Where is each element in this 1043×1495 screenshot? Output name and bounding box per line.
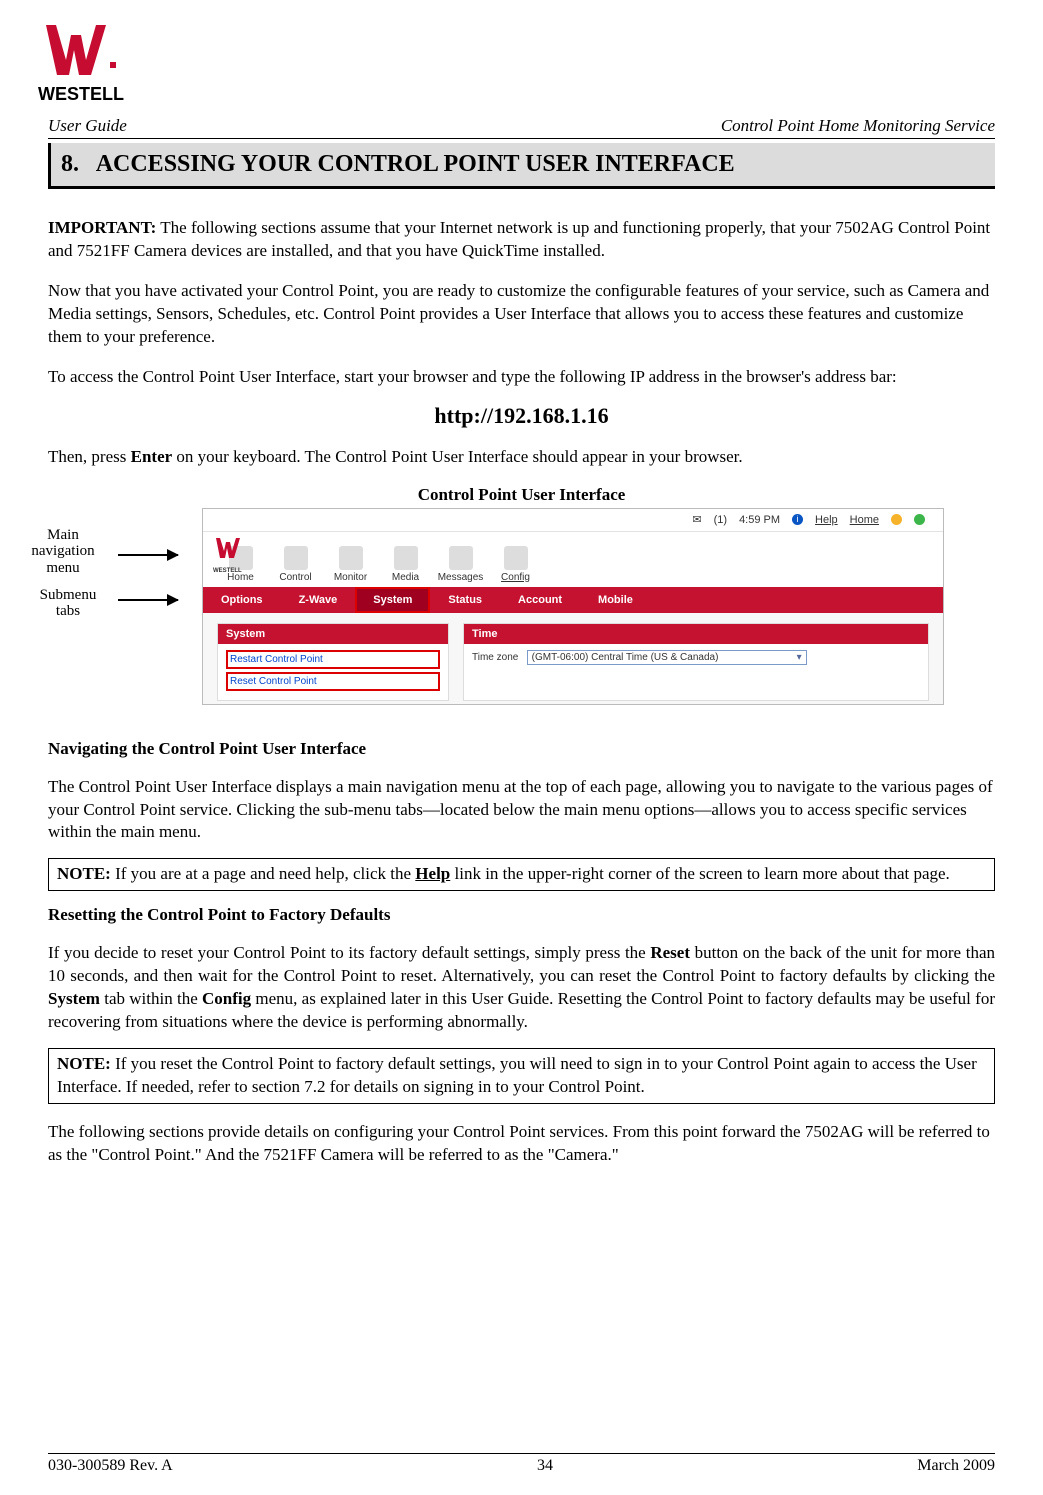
nav-config[interactable]: Config (488, 546, 543, 587)
embedded-screenshot: ✉ (1) 4:59 PM i Help Home WESTELL Home C… (203, 509, 943, 704)
tab-mobile[interactable]: Mobile (580, 587, 651, 613)
clock-time: 4:59 PM (739, 514, 780, 526)
nav-monitor[interactable]: Monitor (323, 546, 378, 587)
header-left: User Guide (48, 116, 127, 136)
ip-address-url: http://192.168.1.16 (48, 403, 995, 429)
messages-icon (449, 546, 473, 570)
help-link-text: Help (415, 864, 450, 883)
paragraph-navigating: The Control Point User Interface display… (48, 776, 995, 845)
nav-control[interactable]: Control (268, 546, 323, 587)
restart-link[interactable]: Restart Control Point (226, 650, 440, 669)
timezone-select[interactable]: (GMT-06:00) Central Time (US & Canada) ▾ (527, 650, 807, 665)
paragraph-important: IMPORTANT: The following sections assume… (48, 217, 995, 263)
ss-main-nav: Home Control Monitor Media Messages Conf… (213, 546, 543, 587)
media-icon (394, 546, 418, 570)
tab-status[interactable]: Status (430, 587, 500, 613)
status-dot-icon (914, 514, 925, 525)
ss-logo: WESTELL (213, 536, 247, 574)
panel-system-title: System (218, 624, 448, 644)
tab-zwave[interactable]: Z-Wave (281, 587, 356, 613)
header-right: Control Point Home Monitoring Service (721, 116, 995, 136)
running-header: User Guide Control Point Home Monitoring… (48, 116, 995, 139)
svg-text:WESTELL: WESTELL (38, 84, 124, 104)
section-title: 8. ACCESSING YOUR CONTROL POINT USER INT… (48, 143, 995, 189)
callout-main-nav: Main navigation menu (18, 527, 108, 577)
nav-messages[interactable]: Messages (433, 546, 488, 587)
footer-page-number: 34 (537, 1457, 553, 1475)
paragraph-closing: The following sections provide details o… (48, 1121, 995, 1167)
ss-topbar: ✉ (1) 4:59 PM i Help Home (203, 509, 943, 532)
screenshot-caption: Control Point User Interface (48, 485, 995, 505)
paragraph-resetting: If you decide to reset your Control Poin… (48, 942, 995, 1034)
monitor-icon (339, 546, 363, 570)
brand-logo: WESTELL (36, 20, 995, 110)
home-link[interactable]: Home (850, 514, 879, 526)
tab-account[interactable]: Account (500, 587, 580, 613)
chevron-down-icon: ▾ (797, 652, 802, 663)
config-icon (504, 546, 528, 570)
paragraph-intro: Now that you have activated your Control… (48, 280, 995, 349)
control-icon (284, 546, 308, 570)
timezone-label: Time zone (472, 652, 518, 663)
tab-options[interactable]: Options (203, 587, 281, 613)
paragraph-access: To access the Control Point User Interfa… (48, 366, 995, 389)
note-reset: NOTE: If you reset the Control Point to … (48, 1048, 995, 1104)
footer-date: March 2009 (917, 1457, 995, 1475)
lock-icon[interactable] (891, 514, 902, 525)
arrow-icon (118, 599, 178, 601)
callout-submenu: Submenu tabs (28, 587, 108, 620)
heading-resetting: Resetting the Control Point to Factory D… (48, 905, 995, 925)
note-help: NOTE: If you are at a page and need help… (48, 858, 995, 891)
panel-system: System Restart Control Point Reset Contr… (217, 623, 449, 701)
nav-media[interactable]: Media (378, 546, 433, 587)
help-link[interactable]: Help (815, 514, 838, 526)
mail-count: (1) (714, 514, 727, 526)
info-icon[interactable]: i (792, 514, 803, 525)
footer-doc-id: 030-300589 Rev. A (48, 1457, 173, 1475)
panel-time-title: Time (464, 624, 928, 644)
panel-time: Time Time zone (GMT-06:00) Central Time … (463, 623, 929, 701)
arrow-icon (118, 554, 178, 556)
paragraph-enter: Then, press Enter on your keyboard. The … (48, 446, 995, 469)
page-footer: 030-300589 Rev. A 34 March 2009 (48, 1453, 995, 1475)
tab-system[interactable]: System (355, 587, 430, 613)
reset-link[interactable]: Reset Control Point (226, 672, 440, 691)
mail-icon[interactable]: ✉ (692, 513, 701, 526)
ss-subnav: Options Z-Wave System Status Account Mob… (203, 587, 943, 613)
heading-navigating: Navigating the Control Point User Interf… (48, 739, 995, 759)
